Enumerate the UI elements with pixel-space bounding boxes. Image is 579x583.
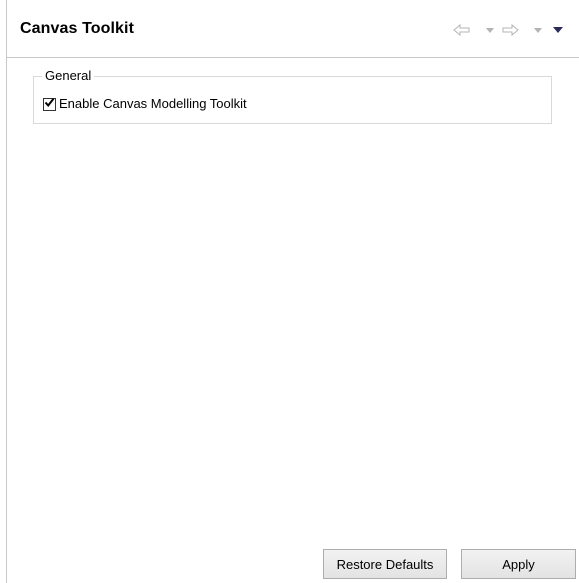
group-legend: General [42, 68, 95, 84]
forward-arrow-icon [501, 24, 519, 36]
checkmark-icon [44, 95, 55, 113]
page-title: Canvas Toolkit [20, 20, 135, 37]
back-button[interactable] [453, 22, 471, 38]
view-menu-icon [553, 27, 563, 33]
back-history-dropdown[interactable] [486, 22, 494, 38]
chevron-down-icon [486, 27, 494, 33]
forward-button[interactable] [501, 22, 519, 38]
enable-toolkit-option[interactable]: Enable Canvas Modelling Toolkit [43, 96, 247, 112]
general-group: General Enable Canvas Modelling Toolkit [33, 68, 552, 124]
chevron-down-icon [534, 27, 542, 33]
enable-toolkit-label[interactable]: Enable Canvas Modelling Toolkit [59, 96, 247, 112]
forward-history-dropdown[interactable] [534, 22, 542, 38]
restore-defaults-button[interactable]: Restore Defaults [323, 549, 447, 579]
apply-button[interactable]: Apply [461, 549, 576, 579]
enable-toolkit-checkbox[interactable] [43, 95, 56, 113]
page-header: Canvas Toolkit [7, 0, 579, 58]
back-arrow-icon [453, 24, 471, 36]
view-menu-button[interactable] [553, 22, 563, 38]
preferences-page: Canvas Toolkit General Enable Canvas Mod… [6, 0, 579, 583]
header-divider [7, 57, 579, 58]
